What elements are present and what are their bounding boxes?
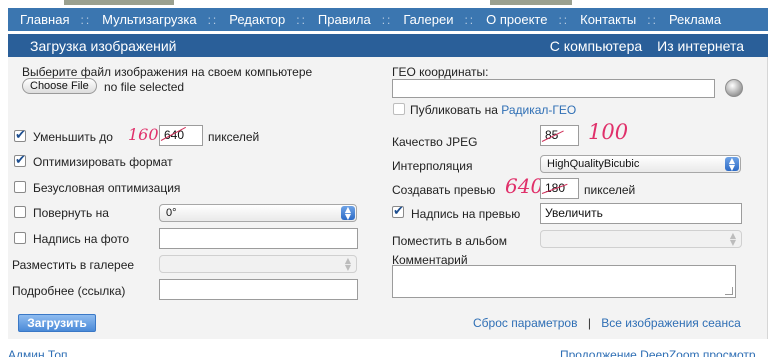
publish-geo-checkbox[interactable] [393, 103, 405, 115]
reduce-checkbox[interactable] [14, 128, 26, 143]
rotate-select-value: 0° [166, 207, 177, 219]
publish-geo-label: Публиковать на Радикал-ГЕО [410, 103, 576, 117]
nav-separator: :: [464, 12, 476, 27]
main-nav: Главная :: Мультизагрузка :: Редактор ::… [8, 8, 768, 31]
link-separator: | [587, 316, 591, 330]
jpeg-quality-input[interactable]: 85 [540, 125, 579, 146]
unconditional-optimization-checkbox[interactable] [14, 181, 26, 193]
choose-file-button[interactable]: Choose File [22, 78, 97, 94]
globe-icon[interactable] [725, 79, 743, 97]
form-links: Сброс параметров | Все изображения сеанс… [473, 316, 741, 330]
unconditional-optimization-label: Безусловная оптимизация [33, 181, 181, 195]
handwritten-preview-note: 640 [505, 174, 544, 198]
thumbnail-strip-image[interactable] [490, 0, 572, 5]
nav-separator: :: [80, 12, 92, 27]
nav-item-multiupload[interactable]: Мультизагрузка [102, 12, 196, 27]
gallery-select[interactable]: ▲ ▼ [159, 255, 357, 273]
gallery-label: Разместить в галерее [12, 258, 135, 272]
nav-item-rules[interactable]: Правила [318, 12, 371, 27]
more-link-input[interactable] [159, 279, 358, 300]
caption-label: Надпись на фото [33, 232, 130, 246]
preview-caption-input[interactable]: Увеличить [540, 203, 742, 224]
geo-label: ГЕО координаты: [392, 65, 489, 79]
upload-button[interactable]: Загрузить [18, 314, 96, 332]
nav-separator: :: [647, 12, 658, 27]
reduce-label: Уменьшить до [33, 130, 113, 144]
no-file-text: no file selected [104, 80, 185, 94]
footer-left-link[interactable]: Админ Топ [8, 348, 67, 357]
rotate-select[interactable]: 0° ▲ ▼ [159, 204, 357, 222]
publish-prefix: Публиковать на [410, 103, 498, 117]
rotate-checkbox[interactable] [14, 206, 26, 218]
nav-item-contacts[interactable]: Контакты [580, 12, 636, 27]
nav-item-home[interactable]: Главная [20, 12, 69, 27]
caption-checkbox[interactable] [14, 232, 26, 244]
thumbnail-strip-image[interactable] [64, 0, 174, 5]
jpeg-quality-label: Качество JPEG [392, 135, 478, 149]
nav-item-about[interactable]: О проекте [486, 12, 547, 27]
footer: Админ Топ Продолжение DeepZoom просмотр [0, 343, 776, 357]
handwritten-jpeg-note: 100 [588, 120, 629, 144]
upload-header: Загрузка изображений С компьютера Из инт… [8, 34, 768, 57]
album-select[interactable]: ▲ ▼ [540, 230, 742, 248]
upload-source-tabs: С компьютера Из интернета [550, 38, 744, 54]
interpolation-label: Интерполяция [392, 159, 473, 173]
nav-separator: :: [381, 12, 393, 27]
optimize-format-label: Оптимизировать формат [33, 155, 173, 169]
top-strip [0, 0, 776, 8]
tab-from-computer[interactable]: С компьютера [550, 38, 642, 54]
nav-item-galleries[interactable]: Галереи [403, 12, 453, 27]
tab-from-internet[interactable]: Из интернета [657, 38, 744, 54]
nav-item-editor[interactable]: Редактор [229, 12, 285, 27]
preview-units: пикселей [584, 183, 636, 197]
nav-separator: :: [296, 12, 307, 27]
comment-textarea[interactable] [392, 265, 736, 298]
album-label: Поместить в альбом [392, 234, 507, 248]
reset-params-link[interactable]: Сброс параметров [473, 316, 577, 330]
rotate-label: Повернуть на [33, 206, 109, 220]
nav-item-ads[interactable]: Реклама [669, 12, 721, 27]
interpolation-select-value: HighQualityBicubic [547, 158, 640, 170]
radikal-geo-link[interactable]: Радикал-ГЕО [501, 103, 576, 117]
preview-caption-label: Надпись на превью [411, 207, 521, 221]
geo-input[interactable] [392, 79, 715, 98]
interpolation-select[interactable]: HighQualityBicubic ▲ ▼ [540, 155, 741, 173]
caption-input[interactable] [159, 228, 358, 249]
updown-arrow-icon: ▲ ▼ [725, 157, 739, 172]
updown-arrow-icon: ▲ ▼ [729, 231, 737, 247]
updown-arrow-icon: ▲ ▼ [341, 206, 355, 221]
preview-caption-checkbox[interactable] [392, 204, 404, 219]
all-session-images-link[interactable]: Все изображения сеанса [601, 316, 741, 330]
more-link-label: Подробнее (ссылка) [12, 284, 126, 298]
resize-grip-icon[interactable] [725, 287, 733, 295]
updown-arrow-icon: ▲ ▼ [344, 256, 352, 272]
nav-separator: :: [558, 12, 570, 27]
preview-label: Создавать превью [392, 183, 496, 197]
reduce-units: пикселей [208, 130, 260, 144]
footer-right-link[interactable]: Продолжение DeepZoom просмотр [560, 348, 756, 357]
preview-size-input[interactable]: 180 [540, 178, 579, 199]
choose-file-label: Выберите файл изображения на своем компь… [22, 65, 313, 79]
nav-separator: :: [207, 12, 219, 27]
optimize-format-checkbox[interactable] [14, 153, 26, 168]
page-title: Загрузка изображений [30, 37, 177, 54]
